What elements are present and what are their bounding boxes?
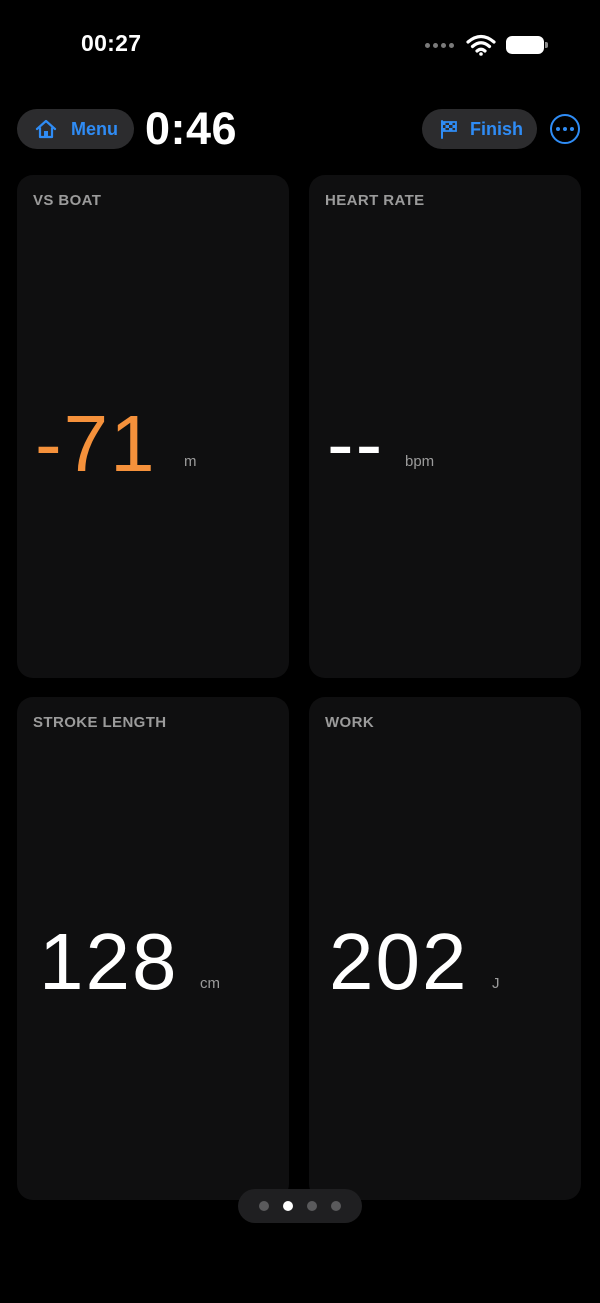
metric-card-stroke-length: STROKE LENGTH 128 cm: [17, 697, 289, 1200]
wifi-icon: [466, 34, 496, 56]
metric-label: STROKE LENGTH: [33, 714, 167, 731]
metric-label: VS BOAT: [33, 192, 102, 209]
cellular-signal-icon: [425, 42, 454, 48]
elapsed-timer: 0:46: [145, 103, 238, 154]
metric-unit: m: [184, 453, 197, 470]
metric-value: 202: [329, 917, 469, 1006]
metric-label: HEART RATE: [325, 192, 425, 209]
metric-unit: cm: [200, 975, 220, 992]
status-indicators: [425, 32, 548, 58]
page-dot[interactable]: [331, 1201, 341, 1211]
metric-value: --: [327, 399, 385, 488]
menu-button-label: Menu: [71, 118, 118, 139]
page-dot[interactable]: [283, 1201, 293, 1211]
page-indicator[interactable]: [238, 1189, 362, 1223]
metric-card-vs-boat: VS BOAT -71 m: [17, 175, 289, 678]
metric-card-work: WORK 202 J: [309, 697, 581, 1200]
menu-button[interactable]: Menu: [17, 109, 134, 149]
metric-card-heart-rate: HEART RATE -- bpm: [309, 175, 581, 678]
more-options-button[interactable]: [550, 114, 580, 144]
checkered-flag-icon: [441, 120, 457, 139]
finish-button-label: Finish: [470, 118, 523, 139]
finish-button[interactable]: Finish: [422, 109, 537, 149]
metric-unit: bpm: [405, 453, 435, 470]
home-icon: [35, 119, 57, 139]
metric-value: -71: [35, 399, 157, 488]
metric-value: 128: [39, 917, 179, 1006]
metric-label: WORK: [325, 714, 375, 731]
battery-icon: [506, 36, 548, 54]
more-icon: [556, 127, 560, 131]
metric-unit: J: [492, 975, 500, 992]
status-time: 00:27: [81, 30, 142, 56]
page-dot[interactable]: [259, 1201, 269, 1211]
page-dot[interactable]: [307, 1201, 317, 1211]
